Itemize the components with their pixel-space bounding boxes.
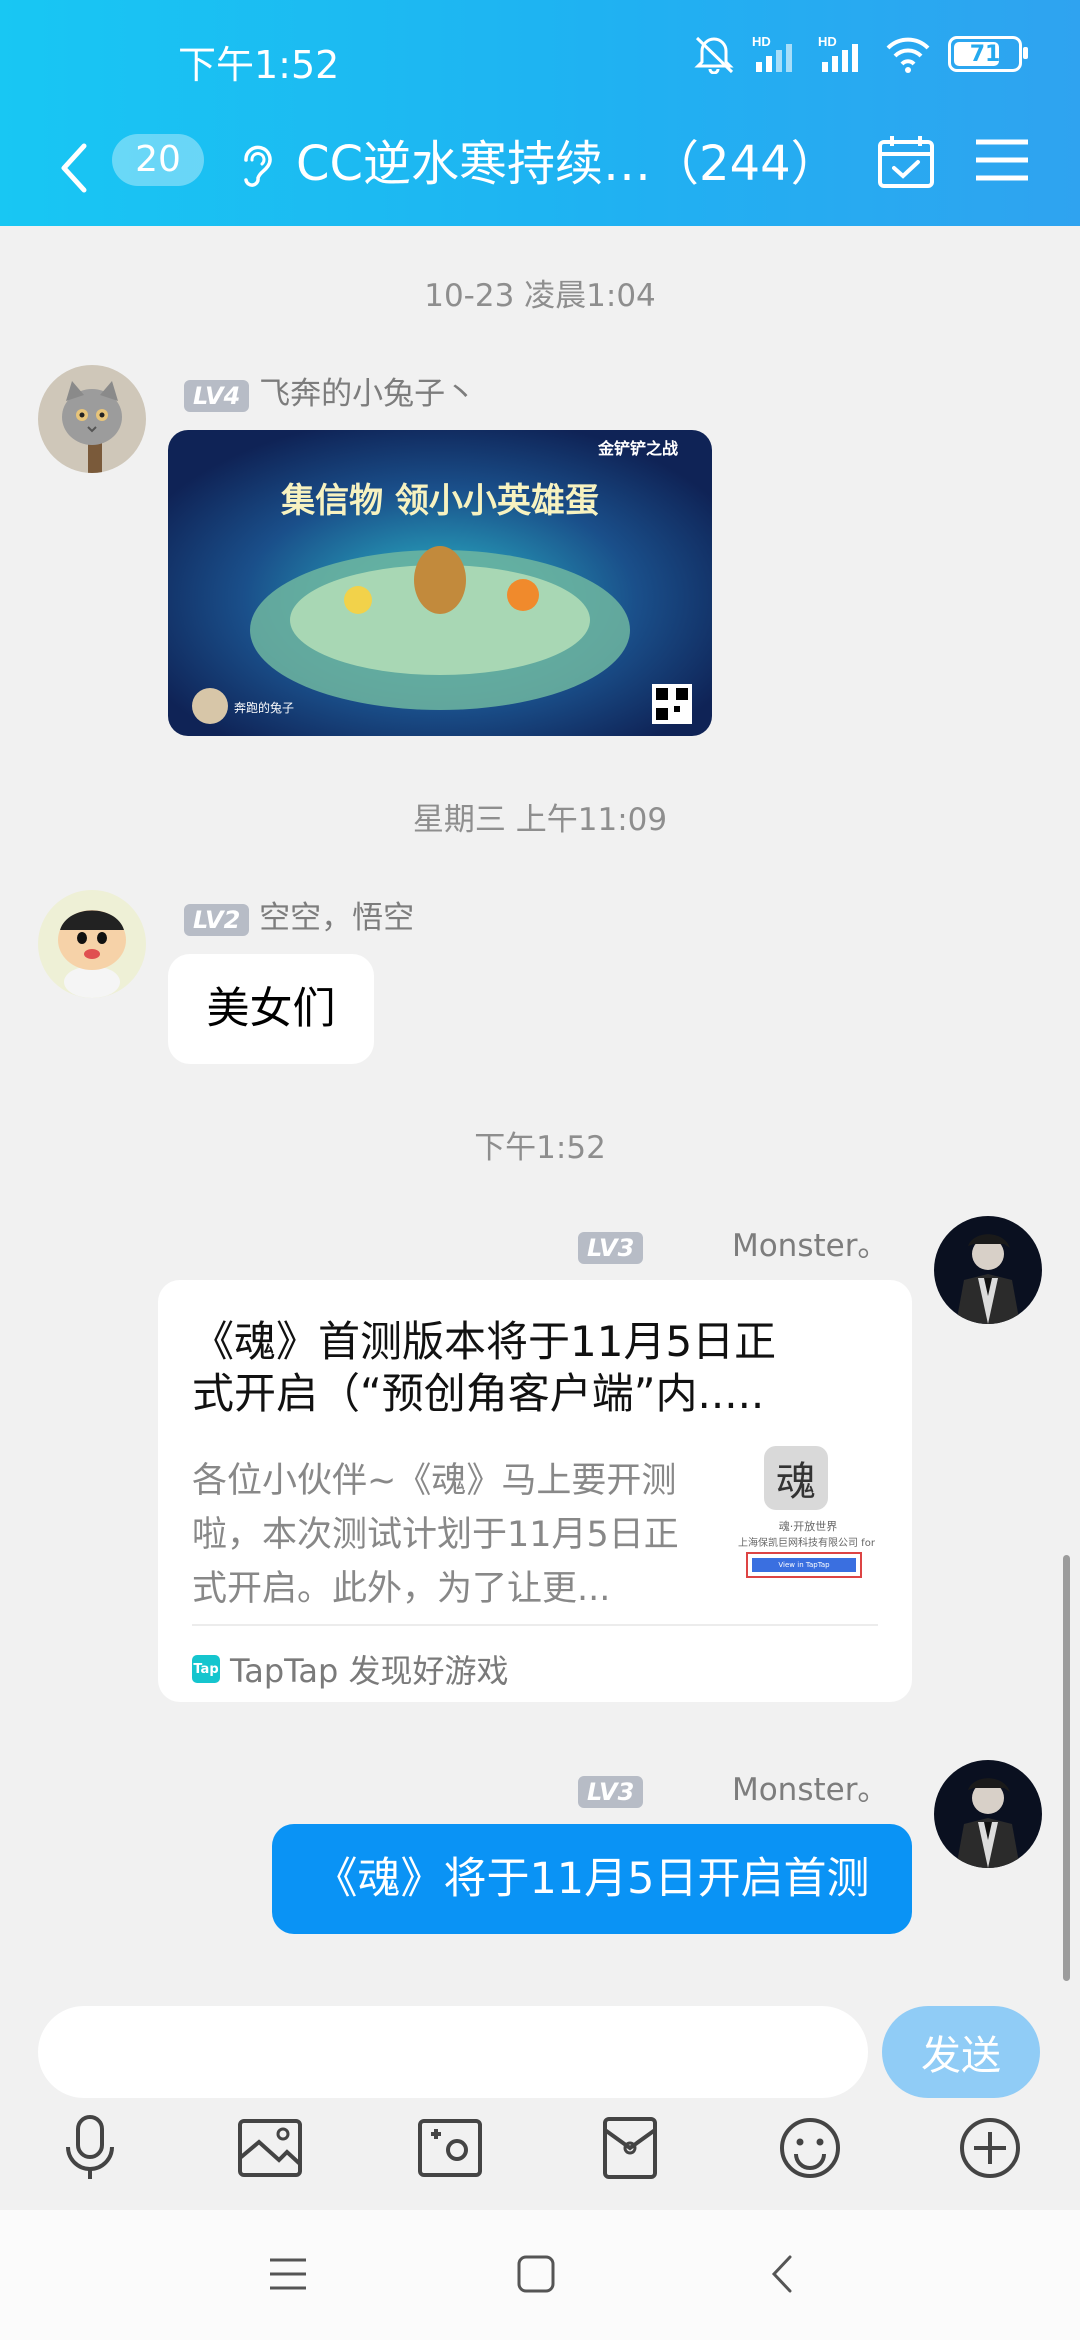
signal-icon: HD bbox=[752, 34, 792, 72]
message-input[interactable] bbox=[38, 2006, 868, 2098]
card-title: 《魂》首测版本将于11月5日正式开启（“预创角客户端”内..... bbox=[192, 1317, 777, 1418]
thumb-highlight: View in TapTap bbox=[746, 1552, 862, 1578]
battery-level: 71 bbox=[969, 41, 1001, 67]
level-badge: LV3 bbox=[578, 1776, 644, 1808]
link-card[interactable]: 《魂》首测版本将于11月5日正式开启（“预创角客户端”内..... 各位小伙伴~… bbox=[158, 1280, 912, 1702]
sender-line: LV3 Monster。 bbox=[578, 1220, 888, 1265]
thumb-caption: 魂·开放世界 bbox=[778, 1520, 838, 1533]
game-logo-text: 金铲铲之战 bbox=[597, 439, 678, 458]
home-icon[interactable] bbox=[516, 2254, 556, 2294]
menu-icon[interactable] bbox=[974, 136, 1030, 184]
send-button[interactable]: 发送 bbox=[882, 2006, 1040, 2098]
banner-text: 集信物 领小小英雄蛋 bbox=[280, 481, 599, 521]
sender-line: LV2 空空，悟空 bbox=[184, 892, 414, 937]
image-avatar-caption: 奔跑的兔子 bbox=[234, 700, 294, 715]
mute-bell-icon bbox=[694, 36, 734, 74]
app-header: 下午1:52 HD HD 71 20 CC逆水寒持续…（244） bbox=[0, 0, 1080, 226]
status-time: 下午1:52 bbox=[178, 43, 340, 87]
message-timestamp: 10-23 凌晨1:04 bbox=[424, 278, 656, 314]
sender-nickname[interactable]: 空空，悟空 bbox=[259, 900, 414, 936]
chat-titlebar: 20 CC逆水寒持续…（244） bbox=[0, 112, 1080, 226]
wifi-icon bbox=[886, 37, 930, 73]
recent-apps-icon[interactable] bbox=[268, 2254, 308, 2294]
sent-text-bubble[interactable]: 《魂》将于11月5日开启首测 bbox=[272, 1824, 912, 1934]
input-area: 发送 bbox=[0, 1982, 1080, 2210]
sender-line: LV3 Monster。 bbox=[578, 1764, 888, 1809]
signal-label: HD bbox=[752, 34, 771, 49]
image-icon[interactable] bbox=[234, 2112, 306, 2184]
card-source-label: TapTap 发现好游戏 bbox=[230, 1652, 509, 1690]
level-badge: LV3 bbox=[578, 1232, 644, 1264]
card-divider bbox=[192, 1624, 878, 1626]
avatar-monster[interactable] bbox=[934, 1760, 1042, 1868]
camera-icon[interactable] bbox=[414, 2112, 486, 2184]
shared-image[interactable]: 集信物 领小小英雄蛋 金铲铲之战 奔跑的兔子 bbox=[168, 430, 712, 736]
scrollbar[interactable] bbox=[1063, 1555, 1070, 1981]
avatar-cat[interactable] bbox=[38, 365, 146, 473]
back-arrow-icon[interactable] bbox=[56, 142, 92, 194]
text-bubble[interactable]: 美女们 bbox=[168, 954, 374, 1064]
red-packet-icon[interactable] bbox=[594, 2112, 666, 2184]
input-toolbar bbox=[0, 2112, 1080, 2198]
sender-nickname[interactable]: 飞奔的小兔子丶 bbox=[259, 376, 476, 412]
plus-icon[interactable] bbox=[954, 2112, 1026, 2184]
sender-nickname[interactable]: Monster。 bbox=[732, 1228, 888, 1264]
game-icon: 魂 bbox=[764, 1446, 828, 1510]
level-badge: LV2 bbox=[184, 904, 250, 936]
level-badge: LV4 bbox=[184, 380, 250, 412]
chat-title[interactable]: CC逆水寒持续…（244） bbox=[296, 124, 839, 194]
status-bar: 下午1:52 HD HD 71 bbox=[0, 0, 1080, 112]
unread-count-badge[interactable]: 20 bbox=[112, 134, 204, 186]
ear-icon bbox=[244, 145, 272, 187]
status-icons: HD HD 71 bbox=[692, 34, 1028, 74]
thumb-button: View in TapTap bbox=[752, 1558, 856, 1572]
thumb-company: 上海保凯巨网科技有限公司 for it bbox=[738, 1538, 878, 1549]
taptap-logo-icon: Tap bbox=[192, 1655, 220, 1683]
sender-line: LV4 飞奔的小兔子丶 bbox=[184, 368, 476, 413]
card-thumbnail: 魂 魂·开放世界 上海保凯巨网科技有限公司 for it View in Tap… bbox=[738, 1446, 878, 1596]
microphone-icon[interactable] bbox=[54, 2112, 126, 2184]
card-description: 各位小伙伴~《魂》马上要开测啦，本次测试计划于11月5日正式开启。此外，为了让更… bbox=[192, 1461, 679, 1609]
sender-nickname[interactable]: Monster。 bbox=[732, 1772, 888, 1808]
signal-icon-2: HD bbox=[818, 34, 858, 72]
battery-icon: 71 bbox=[948, 36, 1028, 72]
message-timestamp: 下午1:52 bbox=[474, 1130, 606, 1166]
signal-label-2: HD bbox=[818, 34, 837, 49]
avatar-cartoon-boy[interactable] bbox=[38, 890, 146, 998]
card-source: Tap TapTap 发现好游戏 bbox=[192, 1646, 509, 1692]
back-nav-icon[interactable] bbox=[768, 2254, 798, 2294]
avatar-monster[interactable] bbox=[934, 1216, 1042, 1324]
message-timestamp: 星期三 上午11:09 bbox=[412, 802, 668, 838]
system-nav-bar bbox=[0, 2210, 1080, 2340]
emoji-icon[interactable] bbox=[774, 2112, 846, 2184]
calendar-check-icon[interactable] bbox=[876, 132, 936, 192]
